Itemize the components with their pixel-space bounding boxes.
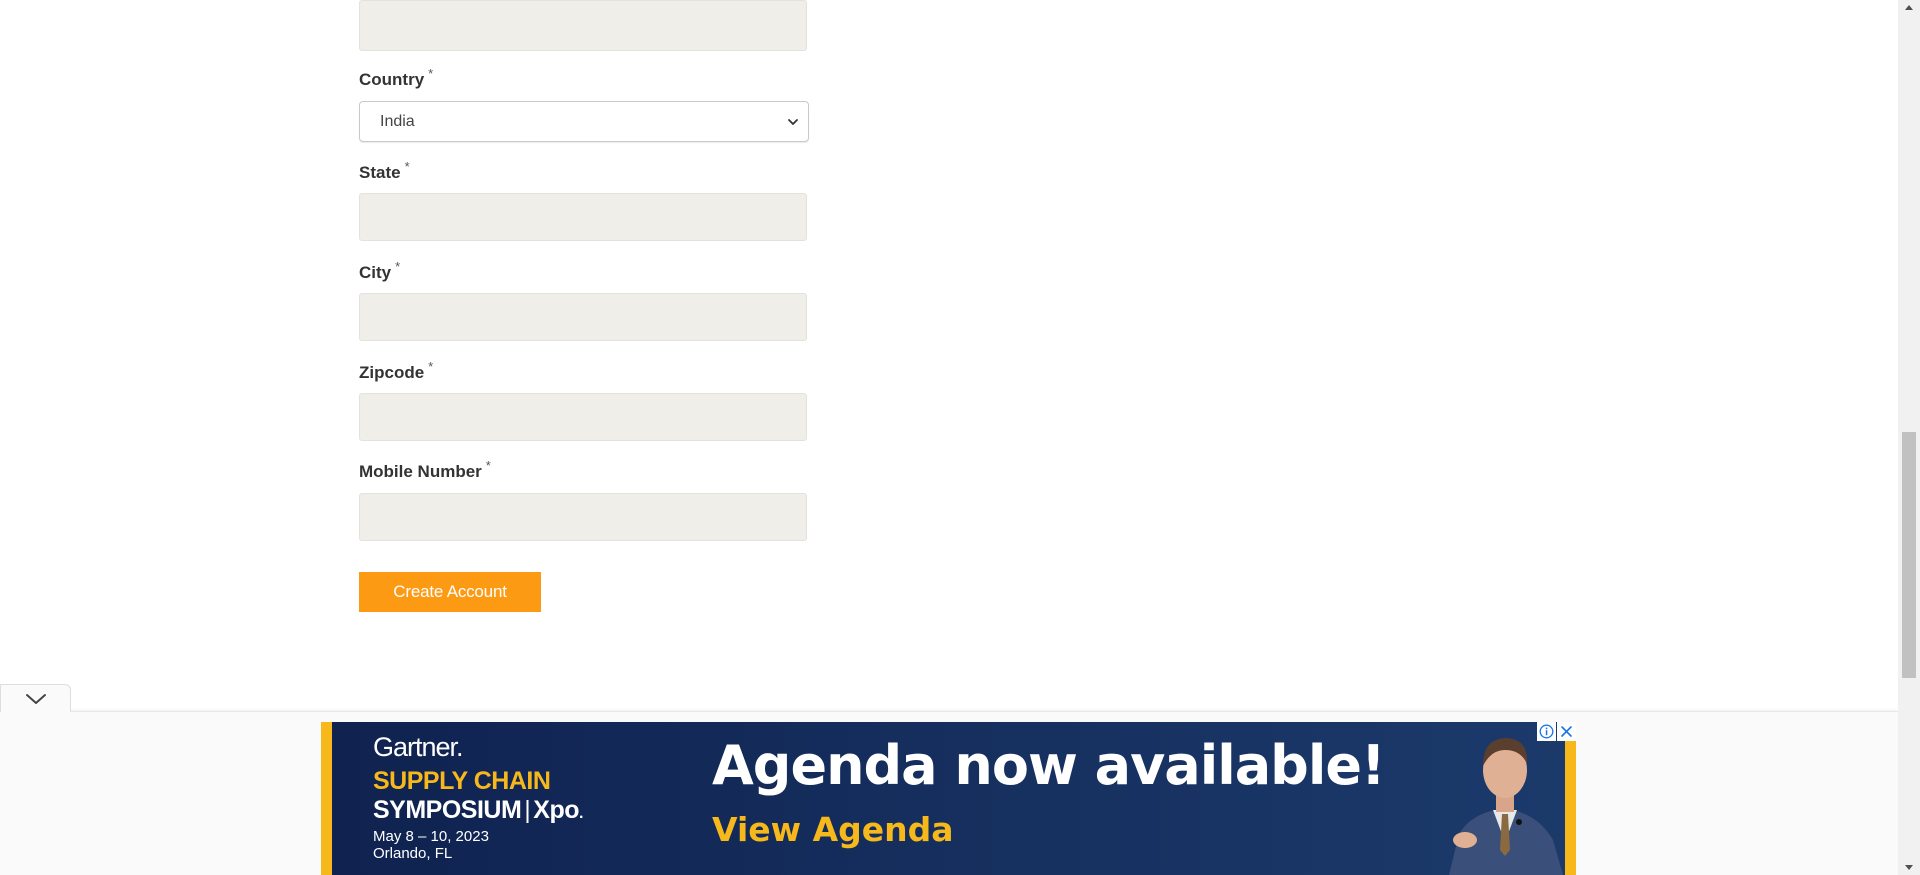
city-label: City * — [359, 259, 400, 283]
ad-banner[interactable]: Gartner. SUPPLY CHAIN SYMPOSIUM | Xpo. May… — [321, 722, 1576, 875]
country-select[interactable]: India — [359, 101, 809, 142]
brand-name: Gartner — [373, 732, 457, 762]
required-mark: * — [428, 359, 434, 374]
event-date: May 8 – 10, 2023 — [373, 828, 489, 845]
ad-controls — [1536, 722, 1576, 742]
create-account-button[interactable]: Create Account — [359, 572, 541, 612]
close-icon — [1561, 726, 1572, 737]
required-mark: * — [485, 458, 491, 473]
chevron-down-icon — [788, 119, 798, 125]
event-title-line2: SYMPOSIUM | Xpo. — [373, 796, 583, 825]
event-title-xpo: Xpo — [533, 796, 580, 824]
scroll-down-arrow-icon[interactable] — [1898, 859, 1920, 875]
view-agenda-link[interactable]: View Agenda — [712, 810, 954, 849]
chevron-down-icon — [26, 694, 46, 704]
required-mark: * — [404, 159, 410, 174]
city-label-text: City — [359, 263, 392, 282]
ad-close-button[interactable] — [1557, 722, 1576, 741]
state-label-text: State — [359, 163, 401, 182]
info-icon — [1539, 724, 1554, 739]
zipcode-label-text: Zipcode — [359, 363, 425, 382]
ad-headline: Agenda now available! — [712, 734, 1386, 797]
zipcode-input[interactable] — [359, 393, 807, 441]
brand-dot: . — [456, 732, 463, 762]
page: Country * India State * City * Zipcode * Mob… — [0, 0, 1920, 875]
mobile-number-input[interactable] — [359, 493, 807, 541]
country-label: Country * — [359, 66, 433, 90]
gartner-logo: Gartner. — [373, 732, 463, 763]
banner-accent-left — [321, 722, 332, 875]
vertical-scrollbar[interactable] — [1898, 0, 1920, 875]
banner-accent-right — [1565, 722, 1576, 875]
required-mark: * — [428, 66, 434, 81]
mobile-number-label: Mobile Number * — [359, 458, 491, 482]
required-mark: * — [395, 259, 401, 274]
city-input[interactable] — [359, 293, 807, 341]
event-title-symposium: SYMPOSIUM — [373, 796, 522, 824]
zipcode-label: Zipcode * — [359, 359, 433, 383]
state-label: State * — [359, 159, 410, 183]
collapse-ad-button[interactable] — [0, 684, 71, 712]
speaker-photo — [1449, 738, 1563, 875]
state-input[interactable] — [359, 193, 807, 241]
event-title-separator: | — [524, 796, 531, 824]
scrollbar-thumb[interactable] — [1902, 432, 1916, 678]
country-label-text: Country — [359, 70, 425, 89]
country-select-value: India — [380, 113, 415, 130]
event-title-dot: . — [579, 805, 583, 822]
ad-info-button[interactable] — [1537, 722, 1556, 741]
event-location: Orlando, FL — [373, 845, 453, 862]
previous-field-input[interactable] — [359, 0, 807, 51]
event-title-line1: SUPPLY CHAIN — [373, 767, 551, 795]
mobile-number-label-text: Mobile Number — [359, 462, 482, 481]
scroll-up-arrow-icon[interactable] — [1898, 0, 1920, 16]
